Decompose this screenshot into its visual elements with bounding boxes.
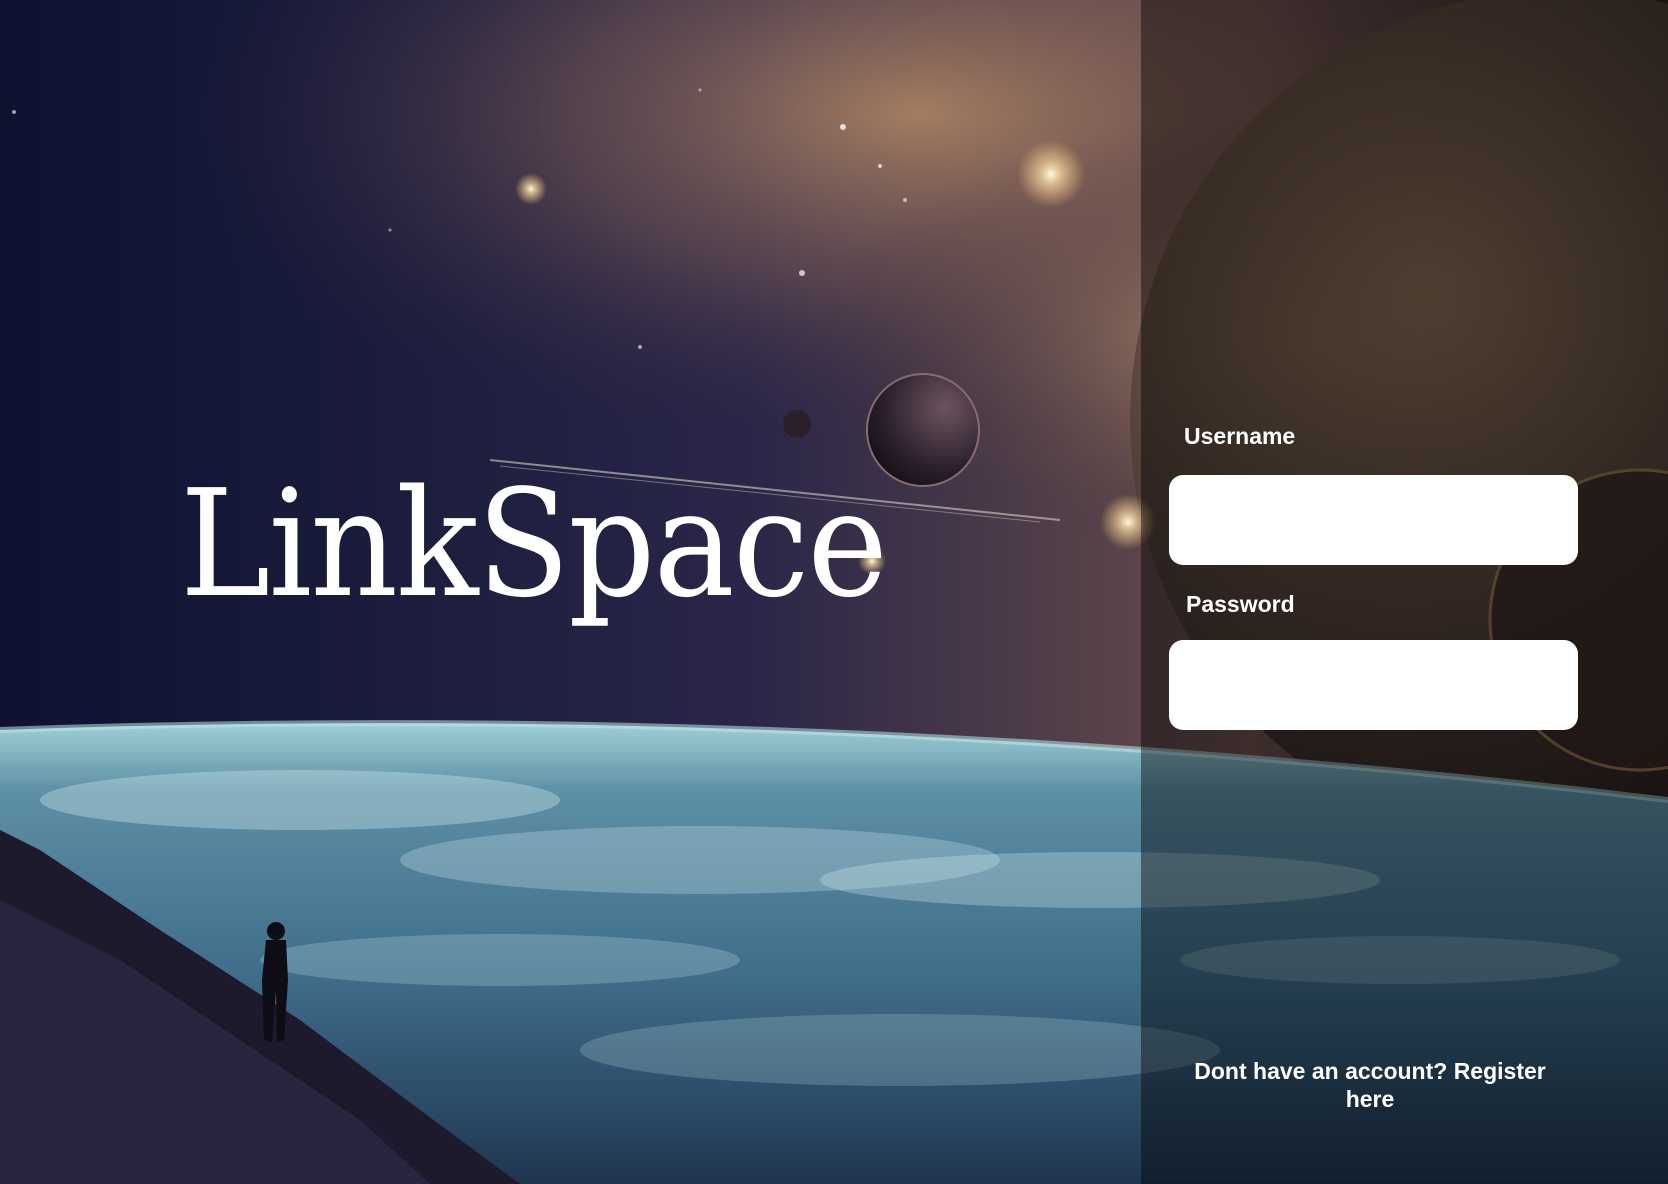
password-input[interactable] <box>1169 640 1578 730</box>
register-link[interactable]: Dont have an account? Register here <box>1170 1057 1570 1113</box>
brand-logo-title: LinkSpace <box>180 458 888 630</box>
password-label: Password <box>1186 591 1295 617</box>
username-input[interactable] <box>1169 475 1578 565</box>
username-label: Username <box>1184 423 1296 449</box>
login-page: LinkSpace Username Password Dont have an… <box>0 0 1668 1184</box>
